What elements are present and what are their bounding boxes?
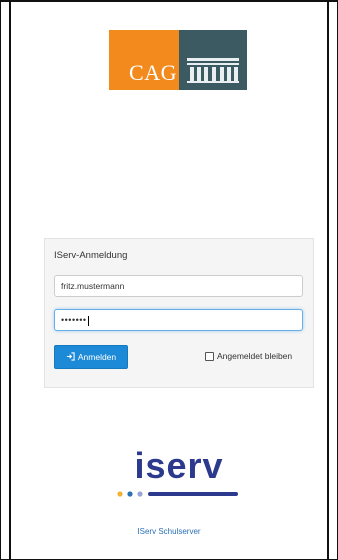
login-title: IServ-Anmeldung [54,250,128,261]
remember-checkbox[interactable] [205,351,214,361]
frame-right-rule [327,2,329,559]
login-panel: IServ-Anmeldung fritz.mustermann •••••••… [44,238,314,388]
password-field[interactable]: ••••••• [54,309,303,331]
school-logo: CAG [109,30,247,90]
temple-icon [179,30,247,90]
frame-left-rule [9,2,11,559]
remember-label: Angemeldet bleiben [217,351,293,361]
iserv-wordmark: iserv [134,448,223,486]
logo-text: CAG [129,60,177,85]
sign-in-icon [66,351,75,363]
login-button-label: Anmelden [77,352,117,362]
iserv-logo: iserv [114,445,244,504]
password-value: ••••••• [61,315,87,325]
username-value: fritz.mustermann [61,281,125,291]
logo-cag-block: CAG [109,30,179,90]
footer-link[interactable]: IServ Schulserver [0,527,338,536]
username-field[interactable]: fritz.mustermann [54,275,303,297]
text-caret [87,315,89,326]
remember-me[interactable]: Angemeldet bleiben [205,351,292,361]
login-button[interactable]: Anmelden [54,345,128,369]
